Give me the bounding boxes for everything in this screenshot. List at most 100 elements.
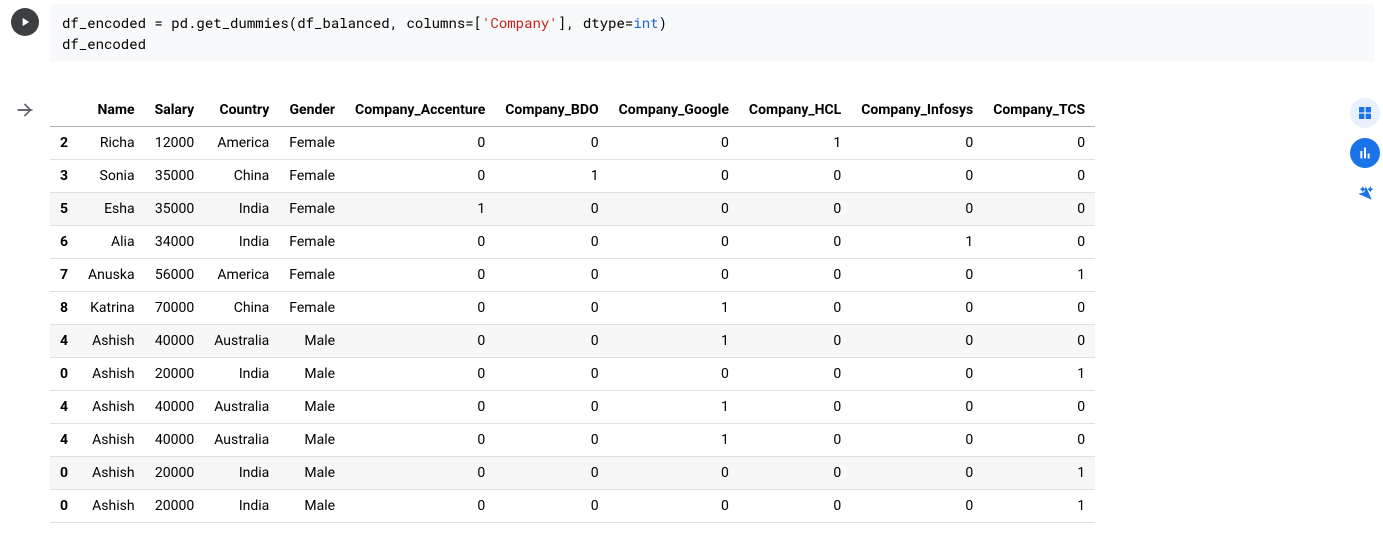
table-header-cell: Company_Infosys	[851, 94, 983, 127]
table-cell: 0	[345, 259, 495, 292]
table-cell: 35000	[145, 193, 205, 226]
table-cell: 0	[739, 193, 851, 226]
table-cell: Ashish	[78, 325, 145, 358]
toggle-output-button[interactable]	[13, 98, 37, 122]
table-cell: 0	[345, 457, 495, 490]
table-row: 8Katrina70000ChinaFemale001000	[50, 292, 1095, 325]
table-cell: 0	[345, 358, 495, 391]
table-cell: China	[204, 292, 279, 325]
table-cell: 0	[739, 424, 851, 457]
table-cell: Ashish	[78, 457, 145, 490]
table-cell: America	[204, 127, 279, 160]
table-cell: 0	[609, 226, 739, 259]
table-cell: 0	[609, 490, 739, 523]
dataframe-table: NameSalaryCountryGenderCompany_Accenture…	[50, 94, 1095, 523]
table-cell: 0	[851, 457, 983, 490]
table-row: 0Ashish20000IndiaMale000001	[50, 358, 1095, 391]
table-cell: 0	[739, 457, 851, 490]
table-cell: Anuska	[78, 259, 145, 292]
table-cell: 0	[851, 160, 983, 193]
table-cell: Female	[279, 292, 345, 325]
table-cell: 0	[345, 391, 495, 424]
output-gutter	[0, 94, 50, 122]
table-cell: Ashish	[78, 358, 145, 391]
sync-icon	[15, 100, 35, 120]
table-cell: 1	[983, 358, 1095, 391]
table-cell: 0	[345, 325, 495, 358]
table-cell: 20000	[145, 358, 205, 391]
row-index: 5	[50, 193, 78, 226]
table-cell: 0	[983, 424, 1095, 457]
table-cell: Female	[279, 193, 345, 226]
table-cell: 0	[983, 391, 1095, 424]
code-text: df_encoded	[62, 34, 146, 53]
row-index: 0	[50, 490, 78, 523]
magic-button[interactable]	[1350, 178, 1380, 208]
table-cell: 12000	[145, 127, 205, 160]
magic-icon	[1356, 184, 1374, 202]
table-cell: 0	[851, 358, 983, 391]
table-cell: 0	[983, 325, 1095, 358]
table-cell: India	[204, 193, 279, 226]
table-cell: 1	[609, 424, 739, 457]
table-cell: America	[204, 259, 279, 292]
table-cell: 0	[851, 127, 983, 160]
table-cell: 1	[495, 160, 608, 193]
table-cell: India	[204, 490, 279, 523]
table-header-cell: Gender	[279, 94, 345, 127]
output-area: NameSalaryCountryGenderCompany_Accenture…	[0, 94, 1383, 523]
table-cell: 1	[609, 325, 739, 358]
table-cell: 0	[495, 127, 608, 160]
table-cell: Male	[279, 424, 345, 457]
table-cell: 0	[739, 160, 851, 193]
table-cell: 0	[851, 193, 983, 226]
table-row: 4Ashish40000AustraliaMale001000	[50, 325, 1095, 358]
code-text: )	[659, 13, 667, 32]
table-row: 5Esha35000IndiaFemale100000	[50, 193, 1095, 226]
table-cell: 1	[609, 391, 739, 424]
table-cell: 0	[739, 292, 851, 325]
code-editor[interactable]: df_encoded = pd.get_dummies(df_balanced,…	[50, 4, 1375, 62]
table-row: 3Sonia35000ChinaFemale010000	[50, 160, 1095, 193]
table-cell: 20000	[145, 457, 205, 490]
run-button[interactable]	[11, 8, 39, 36]
row-index: 3	[50, 160, 78, 193]
table-cell: China	[204, 160, 279, 193]
row-index: 8	[50, 292, 78, 325]
table-header-cell: Company_HCL	[739, 94, 851, 127]
table-row: 7Anuska56000AmericaFemale000001	[50, 259, 1095, 292]
interactive-table-button[interactable]	[1350, 98, 1380, 128]
table-cell: 0	[851, 259, 983, 292]
output-side-actions	[1339, 94, 1383, 208]
table-cell: Female	[279, 259, 345, 292]
table-cell: 0	[851, 325, 983, 358]
table-cell: 40000	[145, 325, 205, 358]
table-cell: 0	[851, 424, 983, 457]
row-index: 4	[50, 325, 78, 358]
table-cell: 0	[983, 127, 1095, 160]
table-cell: Female	[279, 226, 345, 259]
table-cell: Male	[279, 490, 345, 523]
table-cell: 0	[851, 490, 983, 523]
table-cell: Esha	[78, 193, 145, 226]
table-cell: 0	[609, 259, 739, 292]
table-cell: Richa	[78, 127, 145, 160]
table-cell: 0	[739, 325, 851, 358]
table-cell: 0	[495, 292, 608, 325]
table-row: 2Richa12000AmericaFemale000100	[50, 127, 1095, 160]
table-cell: Australia	[204, 424, 279, 457]
code-keyword: int	[633, 13, 658, 32]
table-header-cell: Salary	[145, 94, 205, 127]
table-cell: 56000	[145, 259, 205, 292]
table-cell: Ashish	[78, 490, 145, 523]
row-index: 2	[50, 127, 78, 160]
table-cell: India	[204, 358, 279, 391]
table-cell: Australia	[204, 391, 279, 424]
code-string: 'Company'	[482, 13, 558, 32]
code-text: df_encoded = pd.get_dummies(df_balanced,…	[62, 13, 482, 32]
chart-button[interactable]	[1350, 138, 1380, 168]
table-cell: 1	[739, 127, 851, 160]
table-cell: 0	[345, 226, 495, 259]
grid-icon	[1357, 105, 1373, 121]
table-row: 4Ashish40000AustraliaMale001000	[50, 424, 1095, 457]
